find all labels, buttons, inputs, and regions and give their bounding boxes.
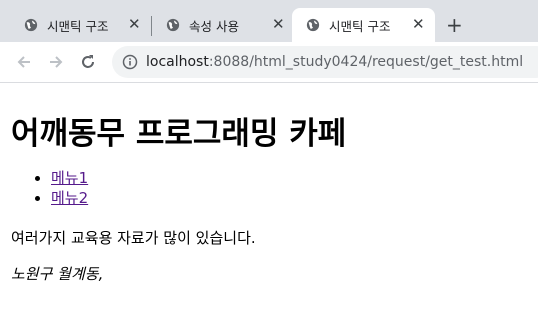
new-tab-button[interactable]: + [446, 14, 463, 36]
globe-icon [24, 18, 38, 32]
tab-title: 시맨틱 구조 [329, 18, 391, 34]
forward-arrow-icon[interactable] [46, 52, 66, 72]
browser-toolbar: localhost:8088/html_study0424/request/ge… [0, 42, 538, 83]
url-host: localhost [146, 54, 209, 70]
address-bar[interactable]: localhost:8088/html_study0424/request/ge… [112, 46, 538, 78]
tab-semantic-active[interactable]: 시맨틱 구조 ✕ [292, 8, 435, 42]
address-text: 노원구 월계동, [11, 265, 104, 283]
close-icon[interactable]: ✕ [272, 17, 285, 32]
tab-title: 속성 사용 [189, 18, 239, 34]
globe-icon [166, 18, 180, 32]
list-item: 메뉴2 [51, 188, 88, 208]
back-arrow-icon[interactable] [14, 52, 34, 72]
menu-list: 메뉴1 메뉴2 [0, 168, 88, 208]
menu-link-2[interactable]: 메뉴2 [51, 189, 88, 207]
tab-semantic-1[interactable]: 시맨틱 구조 ✕ [8, 8, 148, 42]
tab-attribute[interactable]: 속성 사용 ✕ [152, 8, 294, 42]
info-icon[interactable] [122, 54, 138, 70]
tab-title: 시맨틱 구조 [47, 18, 109, 34]
url-path: :8088/html_study0424/request/get_test.ht… [208, 54, 524, 70]
globe-icon [306, 18, 320, 32]
list-item: 메뉴1 [51, 168, 88, 188]
description-text: 여러가지 교육용 자료가 많이 있습니다. [11, 229, 256, 247]
reload-icon[interactable] [78, 52, 98, 72]
plus-icon: + [446, 13, 463, 37]
close-icon[interactable]: ✕ [128, 17, 141, 32]
page-heading: 어깨동무 프로그래밍 카페 [11, 116, 347, 152]
url-text: localhost:8088/html_study0424/request/ge… [146, 54, 523, 70]
menu-link-1[interactable]: 메뉴1 [51, 169, 88, 187]
close-icon[interactable]: ✕ [412, 17, 425, 32]
tab-strip: 시맨틱 구조 ✕ 속성 사용 ✕ 시맨틱 구조 ✕ + [0, 0, 538, 42]
